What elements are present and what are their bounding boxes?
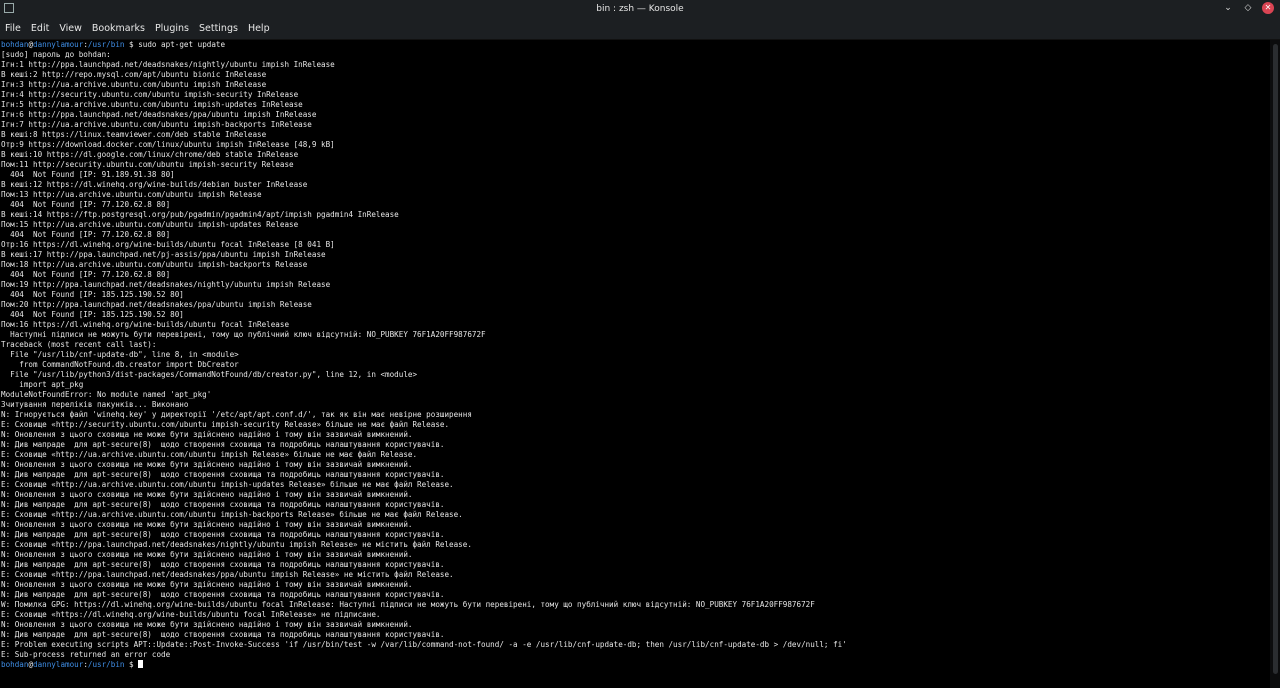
output-line: N: Оновлення з цього сховища не може бут… bbox=[1, 620, 413, 629]
output-line: N: Див мапраде для apt-secure(8) щодо ст… bbox=[1, 630, 445, 639]
menu-bookmarks[interactable]: Bookmarks bbox=[87, 23, 150, 34]
output-line: Traceback (most recent call last): bbox=[1, 340, 157, 349]
output-line: import apt_pkg bbox=[1, 380, 84, 389]
output-line: N: Див мапраде для apt-secure(8) щодо ст… bbox=[1, 470, 445, 479]
menu-settings[interactable]: Settings bbox=[194, 23, 243, 34]
output-line: Ігн:6 http://ppa.launchpad.net/deadsnake… bbox=[1, 110, 317, 119]
prompt-symbol: $ bbox=[124, 40, 139, 49]
prompt-user: bohdan bbox=[1, 40, 29, 49]
output-line: N: Ігнорується файл 'winehq.key' у дирек… bbox=[1, 410, 472, 419]
output-line: 404 Not Found [IP: 185.125.190.52 80] bbox=[1, 310, 184, 319]
prompt-symbol: $ bbox=[124, 660, 139, 669]
output-line: Зчитування переліків пакунків... Виконан… bbox=[1, 400, 189, 409]
output-line: E: Сховище «http://ua.archive.ubuntu.com… bbox=[1, 450, 418, 459]
output-line: N: Див мапраде для apt-secure(8) щодо ст… bbox=[1, 500, 445, 509]
maximize-icon[interactable]: ◇ bbox=[1242, 2, 1254, 14]
prompt-path: /usr/bin bbox=[87, 40, 125, 49]
output-line: В кеші:17 http://ppa.launchpad.net/pj-as… bbox=[1, 250, 326, 259]
output-line: Отр:16 https://dl.winehq.org/wine-builds… bbox=[1, 240, 335, 249]
output-line: E: Сховище «http://ua.archive.ubuntu.com… bbox=[1, 480, 454, 489]
window-controls: ⌄ ◇ ✕ bbox=[1222, 2, 1274, 14]
output-line: Пом:13 http://ua.archive.ubuntu.com/ubun… bbox=[1, 190, 262, 199]
output-line: N: Див мапраде для apt-secure(8) щодо ст… bbox=[1, 440, 445, 449]
output-line: 404 Not Found [IP: 77.120.62.8 80] bbox=[1, 200, 171, 209]
output-line: W: Помилка GPG: https://dl.winehq.org/wi… bbox=[1, 600, 815, 609]
output-line: N: Див мапраде для apt-secure(8) щодо ст… bbox=[1, 590, 445, 599]
output-line: В кеші:8 https://linux.teamviewer.com/de… bbox=[1, 130, 267, 139]
output-line: Отр:9 https://download.docker.com/linux/… bbox=[1, 140, 335, 149]
output-line: File "/usr/lib/python3/dist-packages/Com… bbox=[1, 370, 418, 379]
output-line: Ігн:7 http://ua.archive.ubuntu.com/ubunt… bbox=[1, 120, 312, 129]
output-line: 404 Not Found [IP: 77.120.62.8 80] bbox=[1, 230, 171, 239]
output-line: 404 Not Found [IP: 185.125.190.52 80] bbox=[1, 290, 184, 299]
output-line: File "/usr/lib/cnf-update-db", line 8, i… bbox=[1, 350, 239, 359]
output-line: Пом:16 https://dl.winehq.org/wine-builds… bbox=[1, 320, 290, 329]
output-line: [sudo] пароль до bohdan: bbox=[1, 50, 111, 59]
output-line: Ігн:1 http://ppa.launchpad.net/deadsnake… bbox=[1, 60, 335, 69]
output-line: from CommandNotFound.db.creator import D… bbox=[1, 360, 239, 369]
output-line: Пом:15 http://ua.archive.ubuntu.com/ubun… bbox=[1, 220, 299, 229]
close-icon[interactable]: ✕ bbox=[1262, 2, 1274, 14]
output-line: Пом:19 http://ppa.launchpad.net/deadsnak… bbox=[1, 280, 331, 289]
prompt-path: /usr/bin bbox=[87, 660, 125, 669]
output-line: В кеші:12 https://dl.winehq.org/wine-bui… bbox=[1, 180, 308, 189]
output-line: E: Sub-process returned an error code bbox=[1, 650, 171, 659]
output-line: ModuleNotFoundError: No module named 'ap… bbox=[1, 390, 212, 399]
output-line: E: Сховище «https://dl.winehq.org/wine-b… bbox=[1, 610, 381, 619]
prompt-host: dannylamour bbox=[33, 40, 84, 49]
output-line: 404 Not Found [IP: 91.189.91.38 80] bbox=[1, 170, 175, 179]
output-line: N: Див мапраде для apt-secure(8) щодо ст… bbox=[1, 560, 445, 569]
output-line: В кеші:14 https://ftp.postgresql.org/pub… bbox=[1, 210, 399, 219]
output-lines: [sudo] пароль до bohdan: Ігн:1 http://ppa… bbox=[0, 50, 1270, 660]
output-line: E: Сховище «http://ua.archive.ubuntu.com… bbox=[1, 510, 463, 519]
output-line: N: Оновлення з цього сховища не може бут… bbox=[1, 460, 413, 469]
menu-file[interactable]: File bbox=[0, 23, 26, 34]
output-line: В кеші:10 https://dl.google.com/linux/ch… bbox=[1, 150, 299, 159]
menu-edit[interactable]: Edit bbox=[26, 23, 54, 34]
output-line: E: Сховище «http://ppa.launchpad.net/dea… bbox=[1, 540, 472, 549]
output-line: В кеші:2 http://repo.mysql.com/apt/ubunt… bbox=[1, 70, 267, 79]
output-line: Наступні підписи не можуть бути перевіре… bbox=[1, 330, 486, 339]
terminal-output[interactable]: bohdan@dannylamour:/usr/bin $ sudo apt-g… bbox=[0, 40, 1270, 688]
output-line: N: Оновлення з цього сховища не може бут… bbox=[1, 580, 413, 589]
output-line: Ігн:3 http://ua.archive.ubuntu.com/ubunt… bbox=[1, 80, 267, 89]
output-line: Ігн:4 http://security.ubuntu.com/ubuntu … bbox=[1, 90, 299, 99]
window-titlebar: bin : zsh — Konsole ⌄ ◇ ✕ bbox=[0, 0, 1280, 18]
text-cursor bbox=[138, 660, 144, 668]
command-line: bohdan@dannylamour:/usr/bin $ sudo apt-g… bbox=[0, 40, 1270, 50]
output-line: N: Оновлення з цього сховища не може бут… bbox=[1, 490, 413, 499]
output-line: 404 Not Found [IP: 77.120.62.8 80] bbox=[1, 270, 171, 279]
output-line: E: Problem executing scripts APT::Update… bbox=[1, 640, 847, 649]
output-line: Пом:20 http://ppa.launchpad.net/deadsnak… bbox=[1, 300, 312, 309]
menu-help[interactable]: Help bbox=[243, 23, 275, 34]
menu-plugins[interactable]: Plugins bbox=[150, 23, 194, 34]
command-text: sudo apt-get update bbox=[138, 40, 226, 49]
output-line: N: Оновлення з цього сховища не може бут… bbox=[1, 550, 413, 559]
konsole-app-icon[interactable] bbox=[4, 3, 14, 13]
output-line: Пом:18 http://ua.archive.ubuntu.com/ubun… bbox=[1, 260, 308, 269]
output-line: N: Оновлення з цього сховища не може бут… bbox=[1, 520, 413, 529]
output-line: Пом:11 http://security.ubuntu.com/ubuntu… bbox=[1, 160, 294, 169]
current-prompt-line: bohdan@dannylamour:/usr/bin $ bbox=[0, 660, 1270, 670]
output-line: N: Оновлення з цього сховища не може бут… bbox=[1, 430, 413, 439]
menu-view[interactable]: View bbox=[54, 23, 87, 34]
prompt-host: dannylamour bbox=[33, 660, 84, 669]
output-line: Ігн:5 http://ua.archive.ubuntu.com/ubunt… bbox=[1, 100, 303, 109]
output-line: E: Сховище «http://security.ubuntu.com/u… bbox=[1, 420, 450, 429]
menu-bar: File Edit View Bookmarks Plugins Setting… bbox=[0, 18, 1280, 40]
output-line: E: Сховище «http://ppa.launchpad.net/dea… bbox=[1, 570, 454, 579]
window-title: bin : zsh — Konsole bbox=[596, 4, 684, 14]
output-line: N: Див мапраде для apt-secure(8) щодо ст… bbox=[1, 530, 445, 539]
scrollbar-thumb[interactable] bbox=[1273, 44, 1278, 674]
prompt-user: bohdan bbox=[1, 660, 29, 669]
chevron-down-icon[interactable]: ⌄ bbox=[1222, 2, 1234, 14]
